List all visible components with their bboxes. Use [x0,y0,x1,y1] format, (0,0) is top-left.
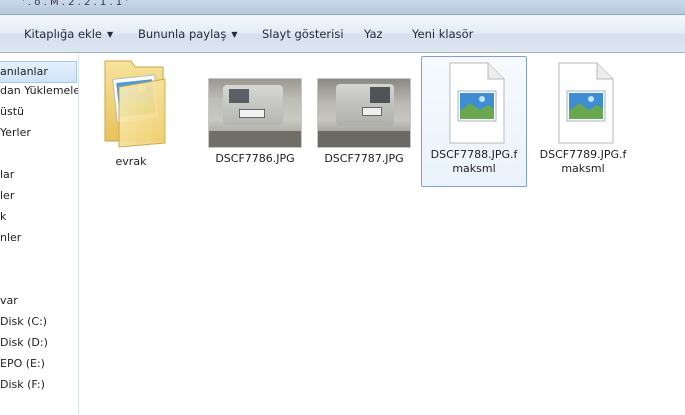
nav-item-label: var [0,294,18,307]
burn-button[interactable]: Yaz [364,26,383,42]
nav-item-pictures[interactable]: nler [0,228,21,248]
nav-item-recent-places[interactable]: Yerler [0,123,31,143]
nav-item-label: ler [0,189,15,202]
command-bar: Kitaplığa ekle ▼ Bununla paylaş ▼ Slayt gö… [0,15,685,53]
address-text: ' . o . M . 2 . 2 . 1 . 1 ' [22,0,129,8]
chevron-down-icon: ▼ [107,30,114,39]
slideshow-label: Slayt gösterisi [262,27,344,41]
address-strip: ' . o . M . 2 . 2 . 1 . 1 ' [0,0,685,15]
file-name: DSCF7787.JPG [324,152,404,165]
nav-item-label [0,252,4,265]
nav-item-disk-f[interactable]: Disk (F:) [0,375,45,395]
nav-item-depo-e[interactable]: EPO (E:) [0,354,45,374]
share-with-label: Bununla paylaş [138,27,227,41]
image-file-item[interactable]: DSCF7789.JPG.fmaksml [531,57,635,176]
chevron-down-icon: ▼ [231,30,238,39]
image-file-icon [558,62,614,144]
slideshow-button[interactable]: Slayt gösterisi [262,26,344,42]
nav-item-music[interactable]: k [0,207,6,227]
nav-item-label: anılanlar [0,65,48,78]
nav-item-downloads[interactable]: dan Yüklemeler [0,81,79,101]
nav-item-disk-c[interactable]: Disk (C:) [0,312,47,332]
file-name: DSCF7788.JPG.fmaksml [430,148,518,175]
file-list-area[interactable]: evrak DSCF7786.JPG DSCF7787.JPG DSCF7788… [79,53,685,415]
nav-item-desktop[interactable]: üstü [0,102,24,122]
nav-item-videos[interactable] [0,249,4,269]
nav-item-label: Yerler [0,126,31,139]
nav-item-libraries[interactable]: lar [0,165,14,185]
nav-item-label: nler [0,231,22,244]
file-name: DSCF7789.JPG.fmaksml [539,148,627,175]
file-name: evrak [115,155,147,168]
library-add-button[interactable]: Kitaplığa ekle ▼ [24,26,113,42]
nav-item-label: Disk (C:) [0,315,48,328]
folder-icon [104,60,166,148]
new-folder-label: Yeni klasör [412,27,474,41]
folder-item[interactable]: evrak [79,57,183,169]
file-name: DSCF7786.JPG [215,152,295,165]
image-thumbnail-item[interactable]: DSCF7787.JPG [312,78,416,166]
image-thumbnail-item[interactable]: DSCF7786.JPG [203,78,307,166]
library-add-label: Kitaplığa ekle [24,27,102,41]
nav-item-label: Disk (D:) [0,336,48,349]
nav-item-label: üstü [0,105,24,118]
nav-item-disk-d[interactable]: Disk (D:) [0,333,48,353]
nav-item-label: dan Yüklemeler [0,84,79,97]
navigation-pane[interactable]: anılanlar dan Yüklemeler üstü Yerler lar… [0,53,79,415]
new-folder-button[interactable]: Yeni klasör [412,26,473,42]
burn-label: Yaz [364,27,383,41]
nav-item-documents[interactable]: ler [0,186,14,206]
nav-item-label: EPO (E:) [0,357,45,370]
nav-item-favorites[interactable]: anılanlar [0,61,77,83]
nav-item-label: Disk (F:) [0,378,45,391]
share-with-button[interactable]: Bununla paylaş ▼ [138,26,237,42]
nav-item-label: lar [0,168,15,181]
photo-thumbnail [317,78,411,148]
image-file-icon [449,62,505,144]
photo-thumbnail [208,78,302,148]
nav-item-computer[interactable]: var [0,291,18,311]
nav-item-label: k [0,210,7,223]
image-file-item[interactable]: DSCF7788.JPG.fmaksml [421,56,527,187]
